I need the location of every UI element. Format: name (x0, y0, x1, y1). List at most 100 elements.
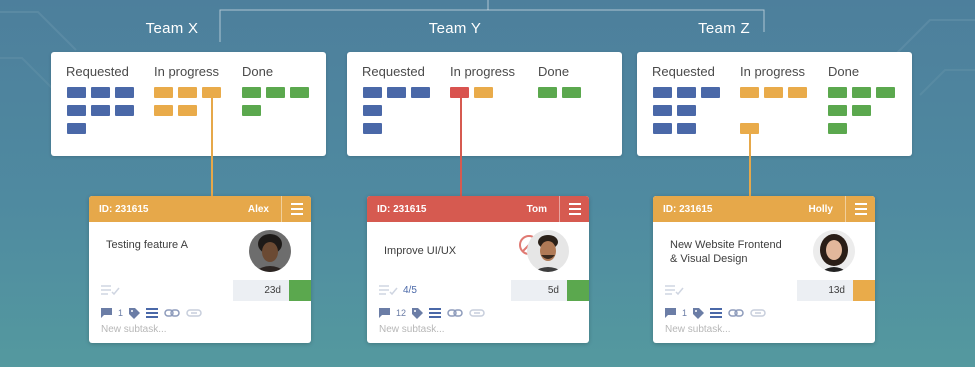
status-indicator (853, 280, 875, 301)
task-chip[interactable] (178, 87, 197, 98)
task-chip-blocked[interactable] (450, 87, 469, 98)
task-card-holly[interactable]: ID: 231615 Holly New Website Frontend & … (653, 196, 875, 343)
team-x-board: Requested In progress Done (51, 52, 326, 156)
tag-icon[interactable] (129, 307, 141, 319)
card-actions: 1 (101, 307, 202, 319)
task-chip[interactable] (242, 87, 261, 98)
team-z-title: Team Z (698, 20, 750, 37)
link-icon[interactable] (447, 308, 463, 318)
task-chip[interactable] (115, 105, 134, 116)
task-chip[interactable] (242, 105, 261, 116)
new-subtask-input[interactable]: New subtask... (101, 324, 167, 335)
days-counter: 5d (511, 280, 567, 301)
checklist-icon[interactable] (379, 284, 399, 296)
task-chip[interactable] (178, 105, 197, 116)
link-icon[interactable] (728, 308, 744, 318)
task-chip[interactable] (154, 105, 173, 116)
task-chip[interactable] (67, 87, 86, 98)
card-header: ID: 231615 Holly (653, 196, 875, 222)
task-chip[interactable] (363, 123, 382, 134)
task-chip[interactable] (67, 123, 86, 134)
menu-icon[interactable] (281, 196, 311, 222)
link-icon[interactable] (164, 308, 180, 318)
description-icon[interactable] (146, 308, 159, 318)
task-owner: Tom (526, 204, 547, 215)
tag-icon[interactable] (412, 307, 424, 319)
task-chip[interactable] (411, 87, 430, 98)
connector-line (211, 98, 213, 196)
task-chip[interactable] (876, 87, 895, 98)
card-header: ID: 231615 Tom (367, 196, 589, 222)
menu-icon[interactable] (845, 196, 875, 222)
column-requested: Requested (652, 64, 715, 79)
description-icon[interactable] (710, 308, 723, 318)
task-chip[interactable] (828, 105, 847, 116)
checklist-icon[interactable] (101, 284, 121, 296)
task-chip[interactable] (677, 105, 696, 116)
task-chip[interactable] (852, 87, 871, 98)
task-chip[interactable] (852, 105, 871, 116)
task-chip[interactable] (788, 87, 807, 98)
comment-icon[interactable] (379, 308, 390, 318)
menu-icon[interactable] (559, 196, 589, 222)
task-chip[interactable] (653, 123, 672, 134)
new-subtask-input[interactable]: New subtask... (665, 324, 731, 335)
comment-count: 1 (682, 308, 688, 318)
column-done: Done (538, 64, 570, 79)
description-icon[interactable] (429, 308, 442, 318)
task-chip-selected[interactable] (740, 123, 759, 134)
comment-icon[interactable] (101, 308, 112, 318)
task-card-alex[interactable]: ID: 231615 Alex Testing feature A 23d 1 (89, 196, 311, 343)
task-chip[interactable] (677, 87, 696, 98)
attachment-icon[interactable] (186, 308, 202, 318)
attachment-icon[interactable] (469, 308, 485, 318)
team-z-board: Requested In progress Done (637, 52, 912, 156)
task-chip[interactable] (764, 87, 783, 98)
task-chip[interactable] (154, 87, 173, 98)
task-card-tom[interactable]: ID: 231615 Tom Improve UI/UX 4/5 5d 12 N… (367, 196, 589, 343)
task-id: ID: 231615 (377, 204, 427, 215)
task-chip[interactable] (701, 87, 720, 98)
column-requested: Requested (66, 64, 129, 79)
task-title[interactable]: Improve UI/UX (384, 244, 512, 258)
comment-icon[interactable] (665, 308, 676, 318)
avatar[interactable] (249, 230, 291, 272)
tag-icon[interactable] (693, 307, 705, 319)
status-indicator (289, 280, 311, 301)
task-chip[interactable] (562, 87, 581, 98)
subtask-progress: 4/5 (403, 285, 417, 296)
task-chip[interactable] (653, 105, 672, 116)
task-chip[interactable] (363, 105, 382, 116)
task-id: ID: 231615 (99, 204, 149, 215)
team-y-board: Requested In progress Done (347, 52, 622, 156)
task-title-line: New Website Frontend (670, 239, 782, 251)
task-chip-selected[interactable] (202, 87, 221, 98)
column-done: Done (242, 64, 274, 79)
task-chip[interactable] (91, 87, 110, 98)
task-chip[interactable] (653, 87, 672, 98)
new-subtask-input[interactable]: New subtask... (379, 324, 445, 335)
task-chip[interactable] (740, 87, 759, 98)
column-in-progress: In progress (154, 64, 220, 79)
task-chip[interactable] (677, 123, 696, 134)
task-owner: Holly (808, 204, 833, 215)
task-chip[interactable] (290, 87, 309, 98)
task-chip[interactable] (91, 105, 110, 116)
task-chip[interactable] (115, 87, 134, 98)
task-chip[interactable] (828, 87, 847, 98)
avatar[interactable] (813, 230, 855, 272)
task-title[interactable]: New Website Frontend & Visual Design (670, 238, 805, 266)
stats-row: 23d (89, 280, 311, 301)
status-indicator (567, 280, 589, 301)
checklist-icon[interactable] (665, 284, 685, 296)
task-chip[interactable] (363, 87, 382, 98)
task-title[interactable]: Testing feature A (106, 238, 234, 252)
task-chip[interactable] (828, 123, 847, 134)
task-chip[interactable] (67, 105, 86, 116)
attachment-icon[interactable] (750, 308, 766, 318)
task-chip[interactable] (474, 87, 493, 98)
avatar[interactable] (527, 230, 569, 272)
task-chip[interactable] (538, 87, 557, 98)
task-chip[interactable] (387, 87, 406, 98)
task-chip[interactable] (266, 87, 285, 98)
